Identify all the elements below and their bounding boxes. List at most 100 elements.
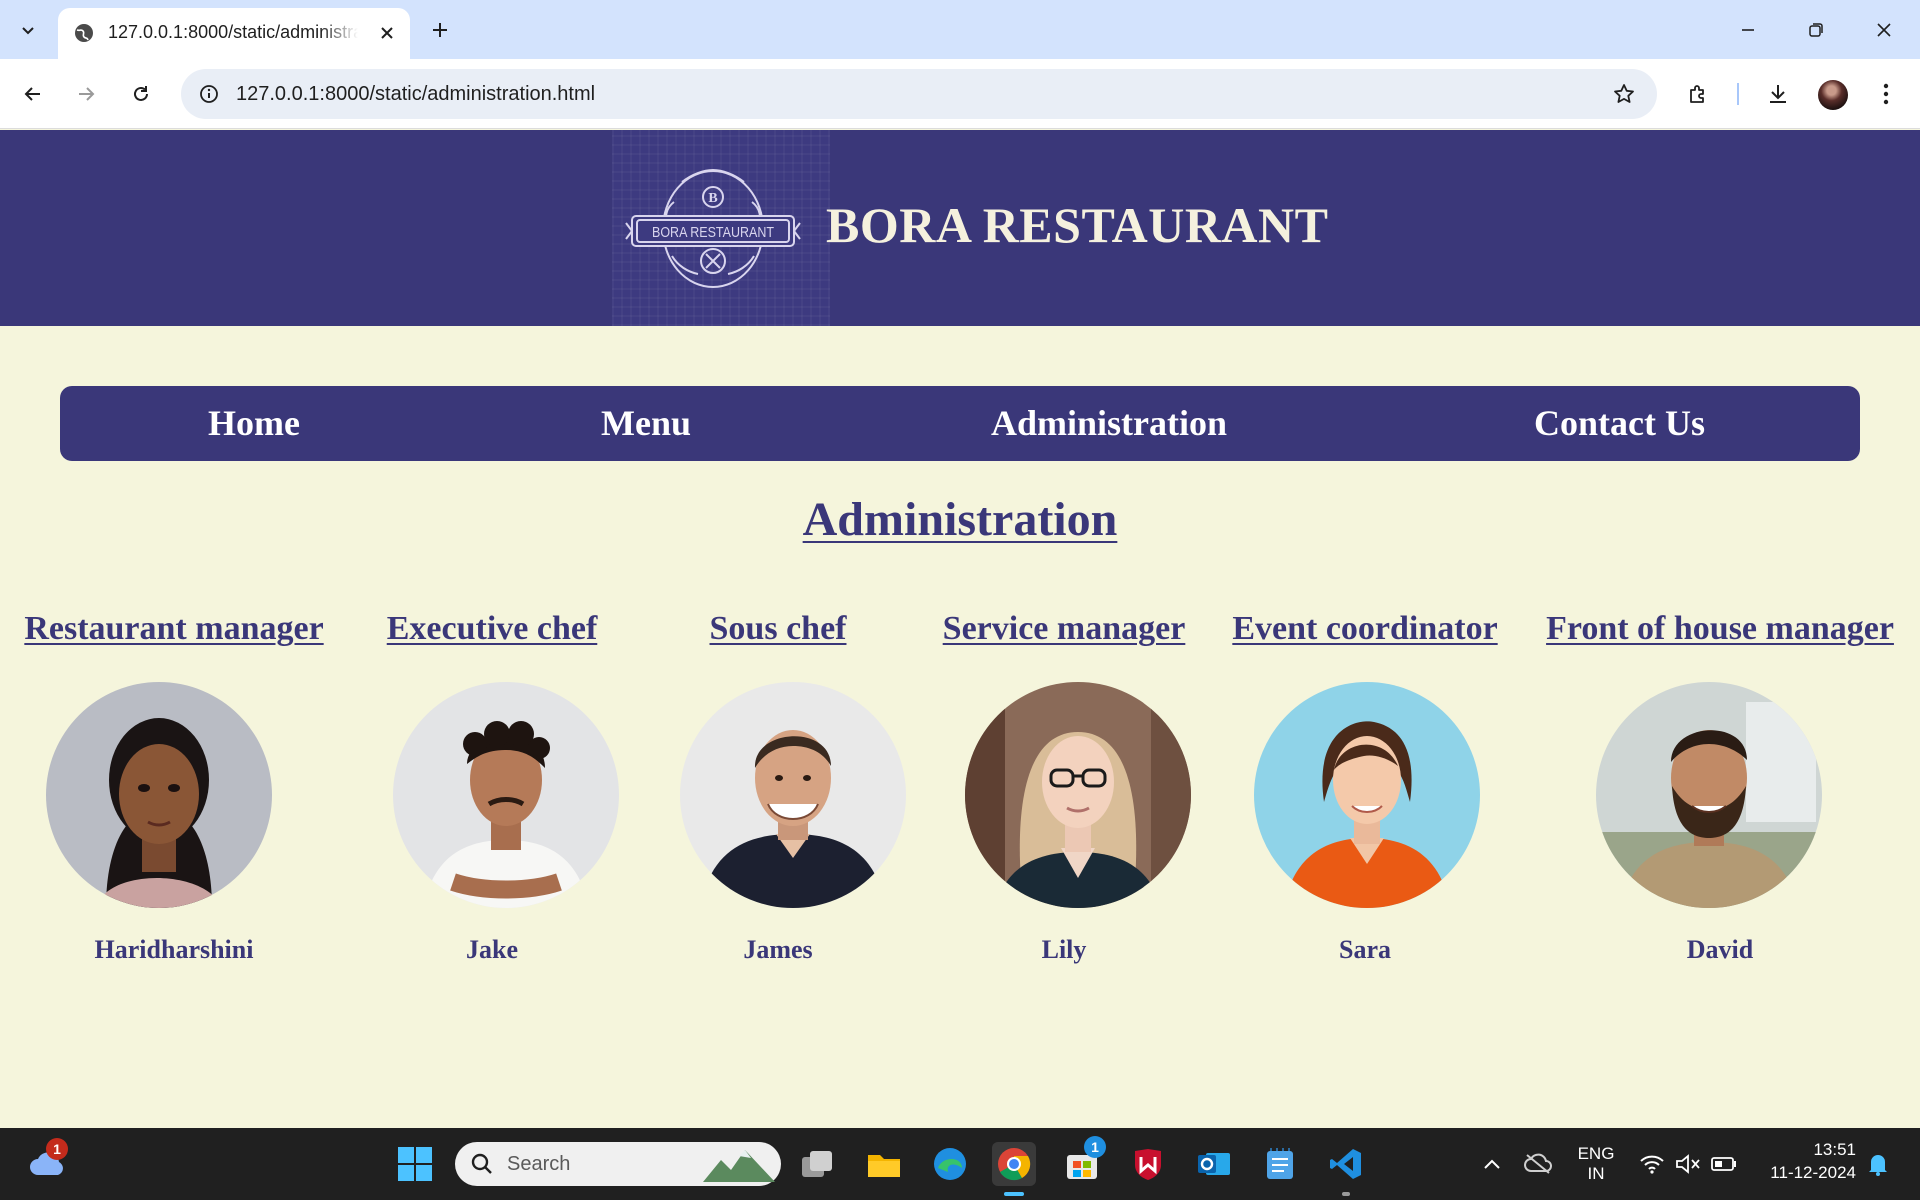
site-header: B BORA RESTAURANT BORA RESTAURANT bbox=[0, 130, 1920, 326]
search-placeholder: Search bbox=[507, 1153, 571, 1175]
window-close-button[interactable] bbox=[1858, 8, 1910, 52]
minimize-icon bbox=[1742, 29, 1754, 31]
browser-tab-active[interactable]: 127.0.0.1:8000/static/administration.htm… bbox=[58, 8, 410, 59]
staff-photo bbox=[1596, 682, 1822, 908]
staff-role-link[interactable]: Executive chef bbox=[387, 610, 598, 648]
outlook-icon bbox=[1198, 1153, 1230, 1175]
clock[interactable]: 13:51 11-12-2024 bbox=[1756, 1140, 1856, 1183]
cloud-offline-icon bbox=[1524, 1153, 1552, 1174]
language-region: IN bbox=[1587, 1164, 1605, 1183]
edge-browser-button[interactable] bbox=[928, 1142, 972, 1186]
nav-item-administration[interactable]: Administration bbox=[991, 402, 1227, 444]
mcafee-shield-icon bbox=[1135, 1149, 1161, 1180]
staff-role-link[interactable]: Front of house manager bbox=[1546, 610, 1894, 648]
mcafee-button[interactable] bbox=[1126, 1142, 1170, 1186]
vscode-icon bbox=[1330, 1149, 1361, 1179]
running-app-indicator bbox=[1342, 1192, 1350, 1196]
clock-date: 11-12-2024 bbox=[1770, 1163, 1856, 1182]
onedrive-status[interactable] bbox=[1516, 1142, 1560, 1186]
chevron-down-icon bbox=[22, 27, 34, 35]
info-icon bbox=[200, 85, 218, 103]
taskbar-search[interactable]: Search bbox=[455, 1142, 781, 1186]
browser-toolbar: 127.0.0.1:8000/static/administration.htm… bbox=[0, 59, 1920, 129]
downloads-button[interactable] bbox=[1758, 74, 1798, 114]
url-text[interactable]: 127.0.0.1:8000/static/administration.htm… bbox=[236, 83, 595, 106]
main-navigation: Home Menu Administration Contact Us bbox=[60, 386, 1860, 461]
microsoft-store-button[interactable]: 1 bbox=[1060, 1136, 1106, 1186]
show-hidden-icons-button[interactable] bbox=[1470, 1142, 1514, 1186]
restaurant-logo: B BORA RESTAURANT bbox=[612, 130, 830, 326]
window-minimize-button[interactable] bbox=[1722, 8, 1774, 52]
weather-badge: 1 bbox=[46, 1138, 68, 1160]
profile-avatar[interactable] bbox=[1818, 80, 1848, 110]
battery-status[interactable] bbox=[1702, 1142, 1746, 1186]
tab-search-dropdown-button[interactable] bbox=[10, 12, 46, 48]
weather-widget[interactable]: 1 bbox=[26, 1138, 70, 1186]
address-bar[interactable]: 127.0.0.1:8000/static/administration.htm… bbox=[181, 69, 1657, 119]
forward-button[interactable] bbox=[66, 74, 106, 114]
language-indicator[interactable]: ENG IN bbox=[1576, 1144, 1616, 1184]
bookmark-button[interactable] bbox=[1609, 79, 1639, 109]
staff-photo bbox=[393, 682, 619, 908]
star-icon bbox=[1614, 84, 1634, 103]
chrome-menu-button[interactable] bbox=[1866, 74, 1906, 114]
edge-icon bbox=[934, 1148, 966, 1180]
staff-photo bbox=[1254, 682, 1480, 908]
outlook-button[interactable] bbox=[1192, 1142, 1236, 1186]
staff-role-link[interactable]: Restaurant manager bbox=[24, 610, 323, 648]
globe-icon bbox=[75, 24, 93, 42]
staff-role-link[interactable]: Service manager bbox=[943, 610, 1186, 648]
staff-name: Haridharshini bbox=[94, 935, 254, 964]
window-restore-button[interactable] bbox=[1790, 8, 1842, 52]
notifications-button[interactable] bbox=[1856, 1142, 1900, 1186]
plus-icon bbox=[433, 23, 447, 37]
staff-name: David bbox=[1686, 935, 1754, 964]
start-button[interactable] bbox=[393, 1142, 437, 1186]
notepad-button[interactable] bbox=[1258, 1142, 1302, 1186]
arrow-right-icon bbox=[79, 87, 95, 101]
toolbar-separator bbox=[1737, 83, 1739, 105]
chrome-browser-button[interactable] bbox=[992, 1142, 1036, 1196]
notepad-icon bbox=[1267, 1148, 1293, 1179]
puzzle-icon bbox=[1690, 85, 1704, 103]
extensions-button[interactable] bbox=[1678, 74, 1718, 114]
new-tab-button[interactable] bbox=[422, 12, 458, 48]
reload-icon bbox=[134, 86, 148, 101]
search-icon bbox=[471, 1153, 492, 1174]
tab-title: 127.0.0.1:8000/static/administration.htm… bbox=[108, 22, 358, 42]
tab-close-button[interactable] bbox=[374, 20, 400, 46]
staff-role-link[interactable]: Sous chef bbox=[710, 610, 847, 648]
reload-button[interactable] bbox=[121, 74, 161, 114]
nav-item-contact-us[interactable]: Contact Us bbox=[1534, 402, 1705, 444]
store-badge: 1 bbox=[1084, 1136, 1106, 1158]
clock-time: 13:51 bbox=[1813, 1140, 1856, 1159]
chevron-up-icon bbox=[1484, 1159, 1500, 1169]
restaurant-logo-emblem: B BORA RESTAURANT bbox=[625, 168, 801, 288]
task-view-button[interactable] bbox=[796, 1142, 840, 1186]
file-explorer-button[interactable] bbox=[862, 1142, 906, 1186]
vscode-button[interactable] bbox=[1324, 1142, 1368, 1196]
download-icon bbox=[1770, 85, 1786, 103]
battery-icon bbox=[1711, 1157, 1736, 1171]
windows-logo-icon bbox=[398, 1147, 432, 1181]
language-code: ENG bbox=[1577, 1144, 1615, 1163]
folder-icon bbox=[868, 1155, 900, 1177]
staff-name: Lily bbox=[1041, 935, 1087, 964]
back-button[interactable] bbox=[13, 74, 53, 114]
staff-photo bbox=[965, 682, 1191, 908]
wifi-icon bbox=[1640, 1155, 1664, 1174]
mountain-highlight-icon bbox=[703, 1150, 775, 1182]
windows-taskbar: 1 Search 1 ENG IN 13:51 11-12-2024 bbox=[0, 1128, 1920, 1200]
logo-text: BORA RESTAURANT bbox=[652, 224, 774, 241]
close-icon bbox=[1877, 23, 1891, 37]
restore-icon bbox=[1809, 23, 1823, 37]
bell-icon bbox=[1869, 1155, 1887, 1176]
staff-name: Sara bbox=[1339, 935, 1391, 964]
nav-item-menu[interactable]: Menu bbox=[601, 402, 691, 444]
site-info-button[interactable] bbox=[193, 78, 225, 110]
nav-item-home[interactable]: Home bbox=[208, 402, 300, 444]
staff-role-link[interactable]: Event coordinator bbox=[1232, 610, 1497, 648]
site-title: BORA RESTAURANT bbox=[826, 197, 1329, 253]
page-heading-text: Administration bbox=[802, 493, 1118, 546]
staff-name: James bbox=[743, 935, 813, 964]
